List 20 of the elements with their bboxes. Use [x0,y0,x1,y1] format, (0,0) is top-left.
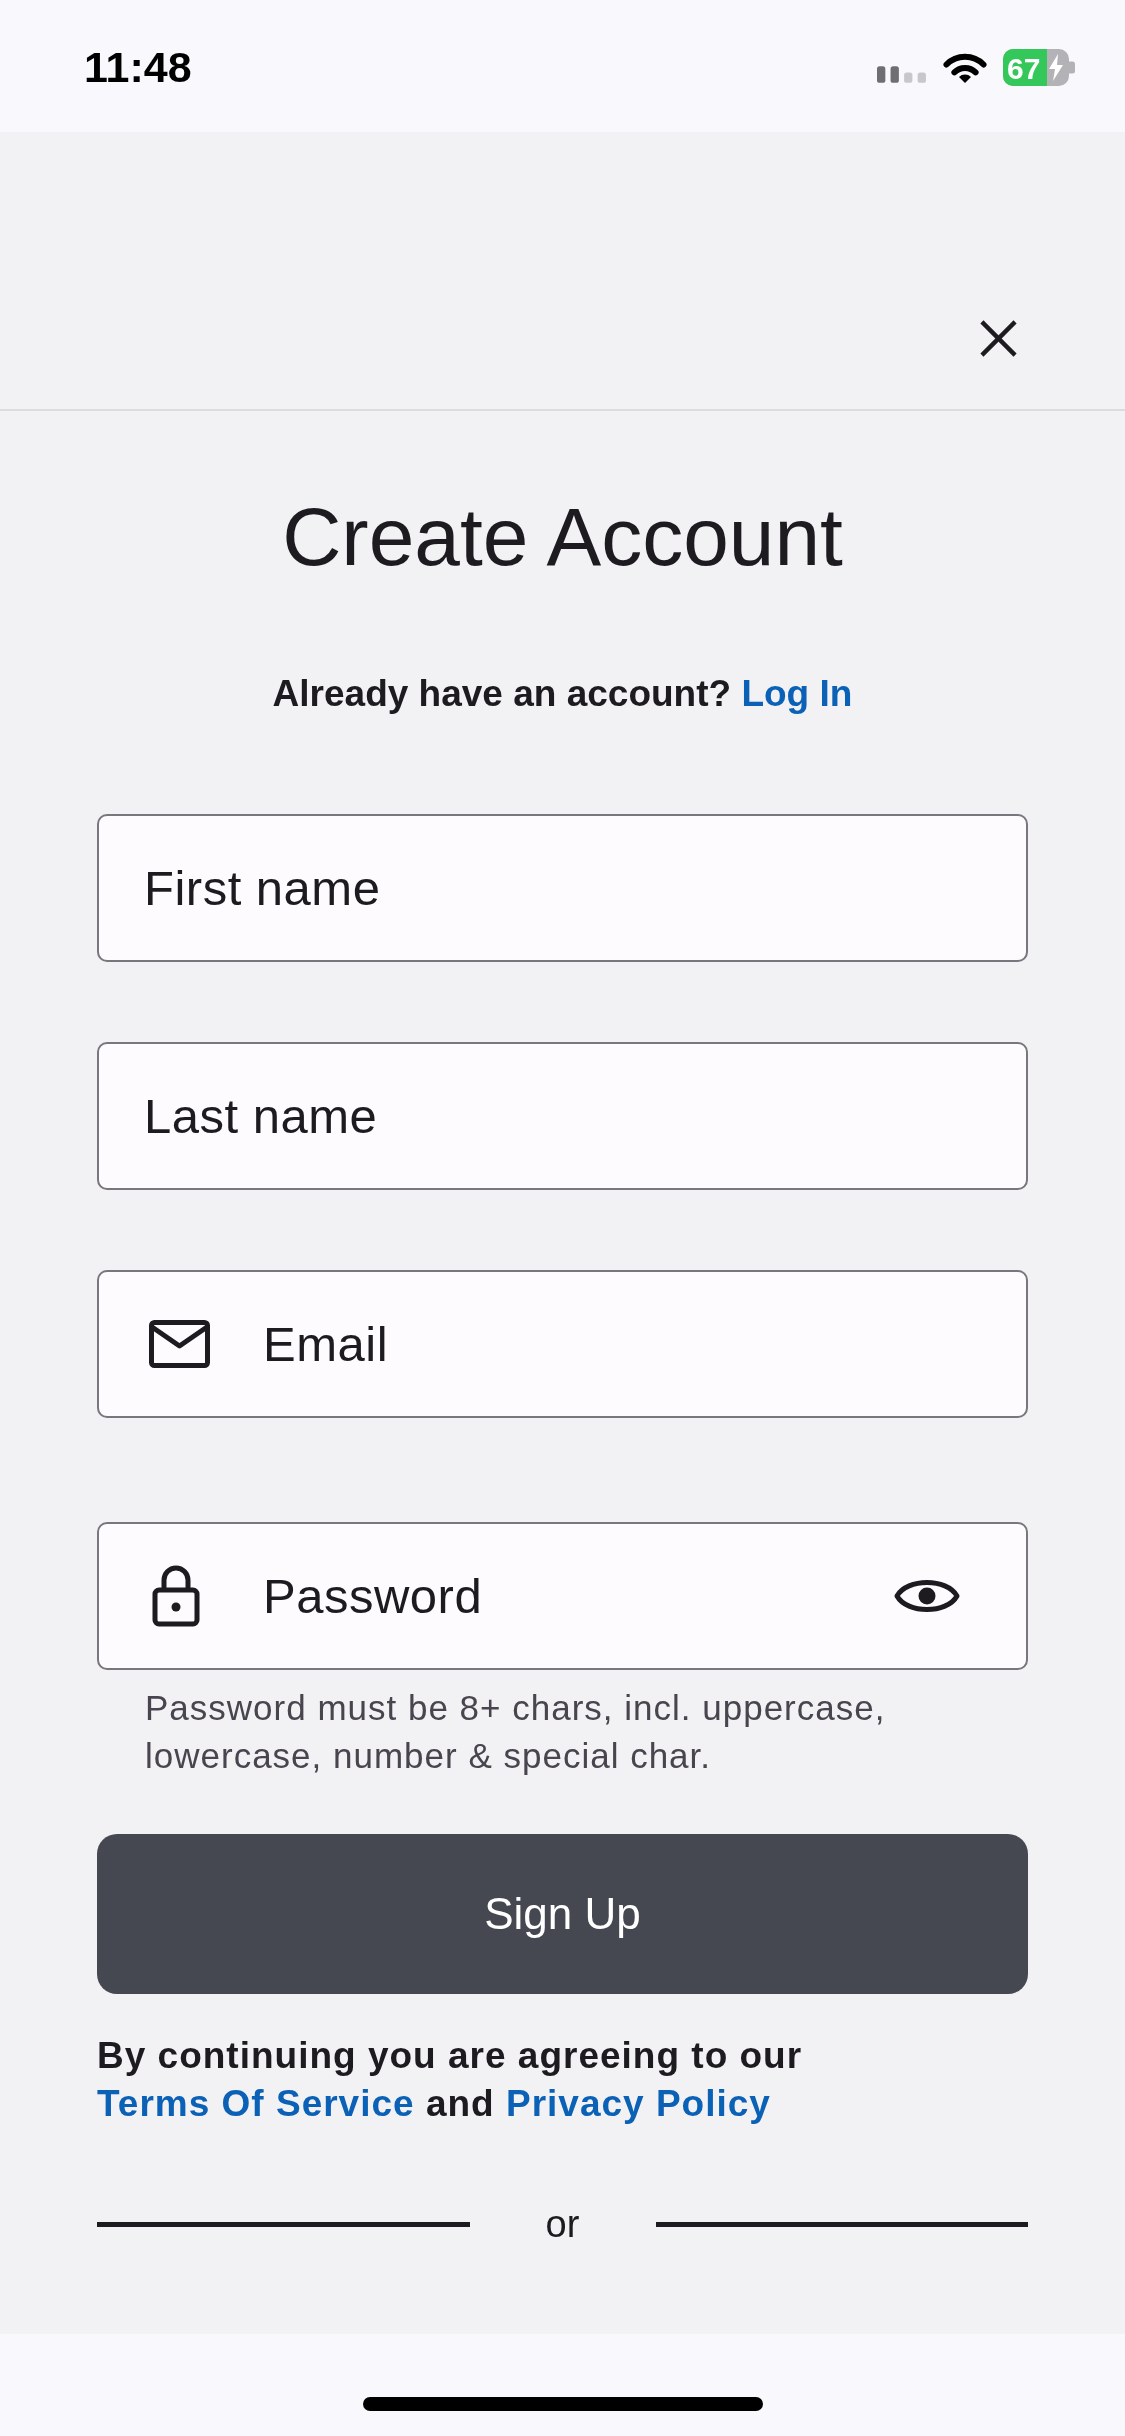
terms-text: By continuing you are agreeing to our Terms Of Service and Privacy Policy [97,2034,804,2126]
signal-icon [877,65,927,83]
email-field[interactable]: Email [97,1270,1028,1418]
status-time: 11:48 [84,42,192,92]
privacy-link[interactable]: Privacy Policy [506,2083,771,2124]
password-field[interactable]: Password [97,1522,1028,1670]
close-icon[interactable] [979,319,1018,358]
login-link[interactable]: Log In [741,673,853,714]
mail-icon [149,1320,210,1368]
divider-label: or [544,2202,581,2247]
lock-icon [152,1565,200,1627]
terms-link[interactable]: Terms Of Service [97,2083,415,2124]
bolt-icon [1049,53,1063,81]
sign-up-button[interactable]: Sign Up [97,1834,1028,1994]
battery-percentage: 67 [1007,51,1041,85]
text-field[interactable]: Last name [97,1042,1028,1190]
page-title: Create Account [281,490,844,584]
password-hint: Password must be 8+ chars, incl. uppercase, lowercase, number & special char. [145,1687,887,1777]
login-prompt: Already have an account? Log In [271,672,854,716]
text-field[interactable]: First name [97,814,1028,962]
